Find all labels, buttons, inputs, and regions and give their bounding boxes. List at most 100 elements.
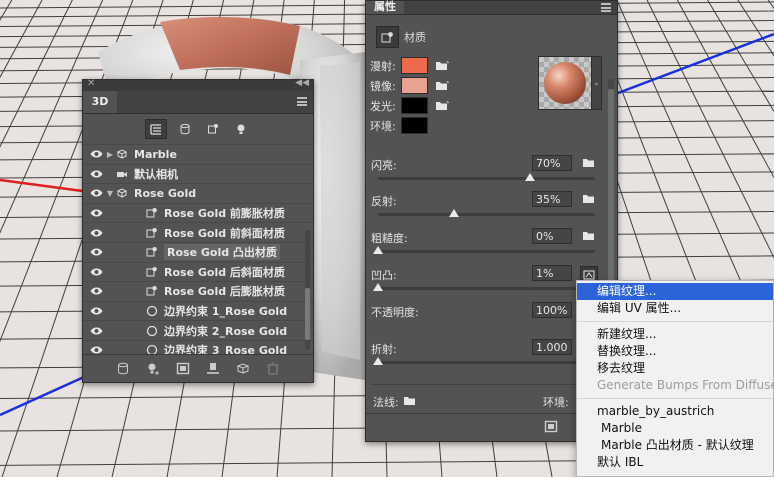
folder-icon[interactable] [582,157,596,171]
scene-filter-icon[interactable] [145,119,167,139]
menu-item[interactable]: 移去纹理 [577,360,773,377]
color-swatch[interactable] [401,57,428,74]
panel-menu-icon[interactable] [297,97,307,106]
layer-row[interactable]: Rose Gold 前斜面材质 [83,222,313,242]
layer-row[interactable]: 默认相机 [83,163,313,184]
folder-icon[interactable] [435,80,449,91]
eye-icon[interactable] [83,229,109,237]
menu-item[interactable]: 默认 IBL [577,454,773,471]
close-icon[interactable]: ✕ [87,78,95,89]
layer-row[interactable]: 边界约束 2_Rose Gold [83,320,313,340]
swatch-label: 环境: [370,119,396,133]
layer-label: Rose Gold 前斜面材质 [164,226,285,240]
material-icon [145,266,159,278]
slider-track[interactable] [378,250,595,253]
material-preview[interactable] [538,56,592,110]
panel-3d-topbar: ✕ ◀◀ [83,78,313,91]
slider-value-field[interactable]: 1% [532,265,572,281]
folder-icon[interactable] [582,230,596,244]
properties-type-label: 材质 [404,31,426,44]
add-mesh-icon[interactable] [234,362,252,376]
menu-item[interactable]: 编辑纹理... [577,283,773,300]
layer-label: Rose Gold 后膨胀材质 [164,285,285,299]
constraint-icon [145,305,159,317]
folder-icon[interactable] [435,60,449,71]
normal-env-row: 法线: 环境: [373,394,598,410]
eye-icon[interactable] [83,327,109,335]
menu-item[interactable]: 编辑 UV 属性... [577,300,773,317]
slider-track[interactable] [378,287,595,290]
material-icon[interactable] [376,26,399,48]
ground-icon[interactable] [204,362,222,376]
slider-thumb[interactable] [524,173,535,181]
scrollbar-thumb[interactable] [608,89,614,289]
normal-folder-icon[interactable] [403,395,417,409]
slider-thumb[interactable] [448,209,459,217]
layer-row[interactable]: 边界约束 1_Rose Gold [83,300,313,321]
layer-row[interactable]: Rose Gold 后膨胀材质 [83,281,313,301]
slider-value-field[interactable]: 1.000 [532,339,572,355]
layer-label: Marble [134,147,177,161]
layer-scrollbar[interactable] [305,230,310,350]
collapse-icon[interactable]: ◀◀ [295,78,309,88]
tab-3d[interactable]: 3D [83,91,117,113]
swatch-label: 发光: [370,99,396,113]
scrollbar-thumb[interactable] [305,288,310,340]
color-swatch[interactable] [401,117,428,134]
slider-value-field[interactable]: 35% [532,191,572,207]
slider-track[interactable] [378,361,595,364]
menu-item[interactable]: marble_by_austrich [577,403,773,420]
eye-icon[interactable] [83,307,109,315]
slider-thumb[interactable] [373,246,383,254]
folder-icon[interactable] [582,193,596,207]
menu-item: Generate Bumps From Diffuse [597,378,774,392]
light-filter-icon[interactable] [231,120,251,138]
slider-track[interactable] [378,177,595,180]
color-swatch[interactable] [401,77,428,94]
layer-row[interactable]: Rose Gold 前膨胀材质 [83,202,313,223]
add-light-icon[interactable] [144,362,162,376]
env-label: 环境: [543,396,569,409]
layer-label: Rose Gold 后斜面材质 [164,265,285,279]
expand-arrow-icon[interactable]: ▶ [105,150,115,159]
menu-item[interactable]: 替换纹理... [577,343,773,360]
camera-icon [115,168,129,180]
tab-properties[interactable]: 属性 [366,1,404,14]
slider-row: 折射: 1.000 [370,339,595,377]
eye-icon[interactable] [83,248,109,256]
render-icon[interactable] [174,362,192,376]
eye-icon[interactable] [83,170,109,178]
expand-arrow-icon[interactable]: ▼ [105,189,115,198]
slider-thumb[interactable] [373,357,383,365]
menu-separator [577,321,773,322]
folder-icon[interactable] [435,100,449,111]
render-icon[interactable] [544,420,558,433]
slider-value-field[interactable]: 70% [532,155,572,171]
slider-value-field[interactable]: 100% [532,302,572,318]
eye-icon[interactable] [83,287,109,295]
menu-item[interactable]: 新建纹理... [577,326,773,343]
slider-thumb[interactable] [373,283,383,291]
eye-icon[interactable] [83,268,109,276]
layer-row[interactable]: ▼ Rose Gold [83,183,313,203]
menu-item[interactable]: Marble [577,420,773,437]
trash-icon[interactable] [264,362,282,376]
eye-icon[interactable] [83,209,109,217]
slider-value-field[interactable]: 0% [532,228,572,244]
color-swatch[interactable] [401,97,428,114]
mesh-filter-icon[interactable] [175,120,195,138]
slider-row: 凹凸: 1% [370,265,598,303]
material-filter-icon[interactable] [203,120,223,138]
layer-row[interactable]: Rose Gold 后斜面材质 [83,261,313,282]
menu-item[interactable]: Marble 凸出材质 - 默认纹理 [577,437,773,454]
material-icon [145,227,159,239]
texture-context-menu: 编辑纹理... 编辑 UV 属性... 新建纹理... 替换纹理... 移去纹理 Gene… [576,280,774,477]
layer-row[interactable]: ▶ Marble [83,144,313,164]
material-picker-chevron-icon[interactable]: ⌄ [591,56,602,110]
panel-3d-bottombar [83,354,313,382]
panel-menu-icon[interactable] [601,3,611,12]
layer-row[interactable]: Rose Gold 凸出材质 [83,241,313,262]
slider-track[interactable] [378,213,595,216]
material-icon [145,246,159,258]
scene-db-icon[interactable] [114,362,132,376]
